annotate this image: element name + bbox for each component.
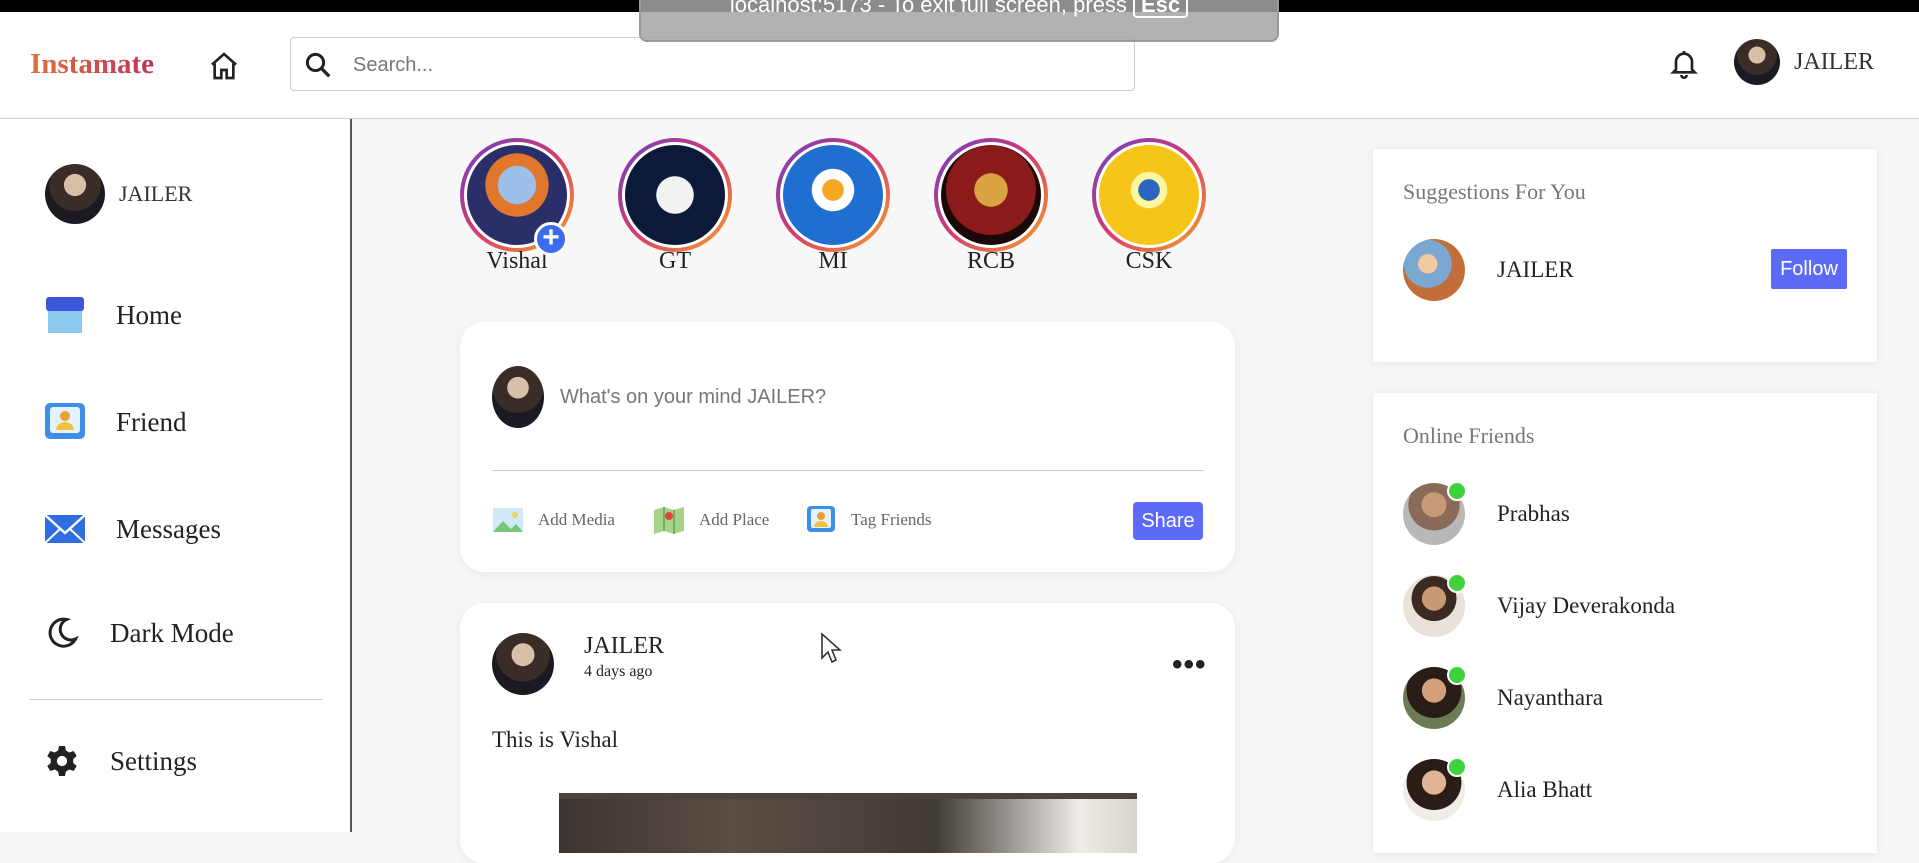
post-image	[559, 793, 1137, 853]
image-icon	[493, 508, 523, 532]
add-place-label: Add Place	[699, 510, 770, 529]
sidebar-item-label: Friend	[116, 406, 187, 437]
sidebar-item-dark-mode[interactable]: Dark Mode	[44, 613, 234, 653]
friend-name: Alia Bhatt	[1497, 777, 1593, 802]
story-label: MI	[818, 248, 848, 274]
online-status-dot	[1447, 481, 1467, 501]
fullscreen-notice-text: localhost:5173 - To exit full screen, pr…	[729, 0, 1127, 17]
friend-icon	[807, 506, 835, 532]
sidebar-item-home[interactable]: Home	[44, 295, 182, 335]
left-sidebar: JAILER Home Friend Messages Dark Mode Se…	[0, 119, 352, 832]
moon-icon	[48, 617, 79, 648]
online-status-dot	[1447, 665, 1467, 685]
online-friend-item[interactable]: Nayanthara	[1403, 665, 1603, 729]
avatar	[45, 164, 105, 224]
friend-name: Vijay Deverakonda	[1497, 593, 1676, 618]
sidebar-item-label: Dark Mode	[110, 617, 234, 648]
avatar	[492, 366, 544, 428]
sidebar-item-label: Home	[116, 299, 182, 330]
story-label: RCB	[966, 248, 1016, 274]
mail-icon	[44, 514, 86, 544]
sidebar-divider	[30, 699, 322, 700]
share-button[interactable]: Share	[1133, 502, 1203, 540]
story-label: GT	[659, 248, 691, 274]
composer-divider	[492, 470, 1204, 471]
story-rcb[interactable]: RCB	[934, 138, 1048, 275]
avatar	[1403, 573, 1467, 637]
online-friends-title: Online Friends	[1403, 423, 1535, 448]
online-friend-item[interactable]: Prabhas	[1403, 481, 1570, 545]
search-icon	[305, 52, 331, 78]
story-mi[interactable]: MI	[776, 138, 890, 275]
add-media-label: Add Media	[538, 510, 615, 529]
friend-name: Prabhas	[1497, 501, 1570, 526]
avatar	[1734, 39, 1780, 85]
header-user-menu[interactable]: JAILER	[1734, 38, 1874, 86]
avatar	[1403, 665, 1467, 729]
suggestions-title: Suggestions For You	[1403, 179, 1586, 204]
sidebar-item-friend[interactable]: Friend	[44, 402, 187, 442]
suggestion-item[interactable]: JAILER	[1403, 239, 1574, 301]
story-image	[938, 142, 1044, 248]
friend-icon	[45, 403, 85, 439]
home-icon[interactable]	[208, 50, 240, 82]
sidebar-profile[interactable]: JAILER	[45, 164, 192, 224]
story-image	[780, 142, 886, 248]
online-friends-panel: Online Friends Prabhas Vijay Deverakonda…	[1373, 393, 1877, 853]
app-logo[interactable]: Instamate	[30, 48, 154, 81]
story-gt[interactable]: GT	[618, 138, 732, 275]
sidebar-user-name: JAILER	[119, 181, 193, 206]
map-icon	[654, 507, 684, 534]
post-card: JAILER 4 days ago ••• This is Vishal	[460, 603, 1235, 863]
online-status-dot	[1447, 573, 1467, 593]
story-label: CSK	[1125, 248, 1173, 274]
avatar	[1403, 757, 1467, 821]
story-vishal[interactable]: + Vishal	[460, 138, 574, 275]
store-icon	[46, 297, 84, 333]
gear-icon	[47, 746, 77, 776]
sidebar-item-settings[interactable]: Settings	[44, 741, 197, 781]
bell-icon[interactable]	[1668, 46, 1700, 80]
header-user-name: JAILER	[1794, 48, 1874, 75]
post-timestamp: 4 days ago	[584, 663, 653, 680]
sidebar-item-label: Settings	[110, 745, 198, 776]
stories-row: + Vishal GT MI RCB CSK	[460, 138, 1220, 278]
story-image	[622, 142, 728, 248]
avatar	[1403, 481, 1467, 545]
avatar	[1403, 239, 1465, 301]
post-caption: This is Vishal	[492, 727, 618, 752]
add-media-button[interactable]: Add Media	[492, 505, 615, 535]
tag-friends-label: Tag Friends	[851, 510, 932, 529]
friend-name: Nayanthara	[1497, 685, 1603, 710]
tag-friends-button[interactable]: Tag Friends	[805, 505, 932, 535]
online-friend-item[interactable]: Vijay Deverakonda	[1403, 573, 1676, 637]
sidebar-item-messages[interactable]: Messages	[44, 509, 221, 549]
esc-key-label: Esc	[1132, 0, 1189, 18]
search-input[interactable]	[353, 48, 1113, 82]
suggestions-panel: Suggestions For You JAILER Follow	[1373, 149, 1877, 362]
story-image	[1096, 142, 1202, 248]
sidebar-item-label: Messages	[116, 513, 221, 544]
story-csk[interactable]: CSK	[1092, 138, 1206, 275]
add-story-icon[interactable]: +	[534, 222, 568, 256]
fullscreen-notice: localhost:5173 - To exit full screen, pr…	[639, 0, 1279, 42]
follow-button[interactable]: Follow	[1771, 249, 1847, 289]
add-place-button[interactable]: Add Place	[653, 505, 769, 535]
composer-input[interactable]: What's on your mind JAILER?	[560, 386, 826, 409]
search-bar	[290, 37, 1135, 91]
avatar	[492, 633, 554, 695]
mouse-cursor-icon	[821, 632, 842, 664]
more-options-icon[interactable]: •••	[1172, 650, 1207, 680]
online-status-dot	[1447, 757, 1467, 777]
post-author[interactable]: JAILER	[584, 633, 664, 660]
online-friend-item[interactable]: Alia Bhatt	[1403, 757, 1593, 821]
suggestion-name: JAILER	[1497, 257, 1574, 282]
post-composer: What's on your mind JAILER? Add Media Ad…	[460, 322, 1235, 572]
